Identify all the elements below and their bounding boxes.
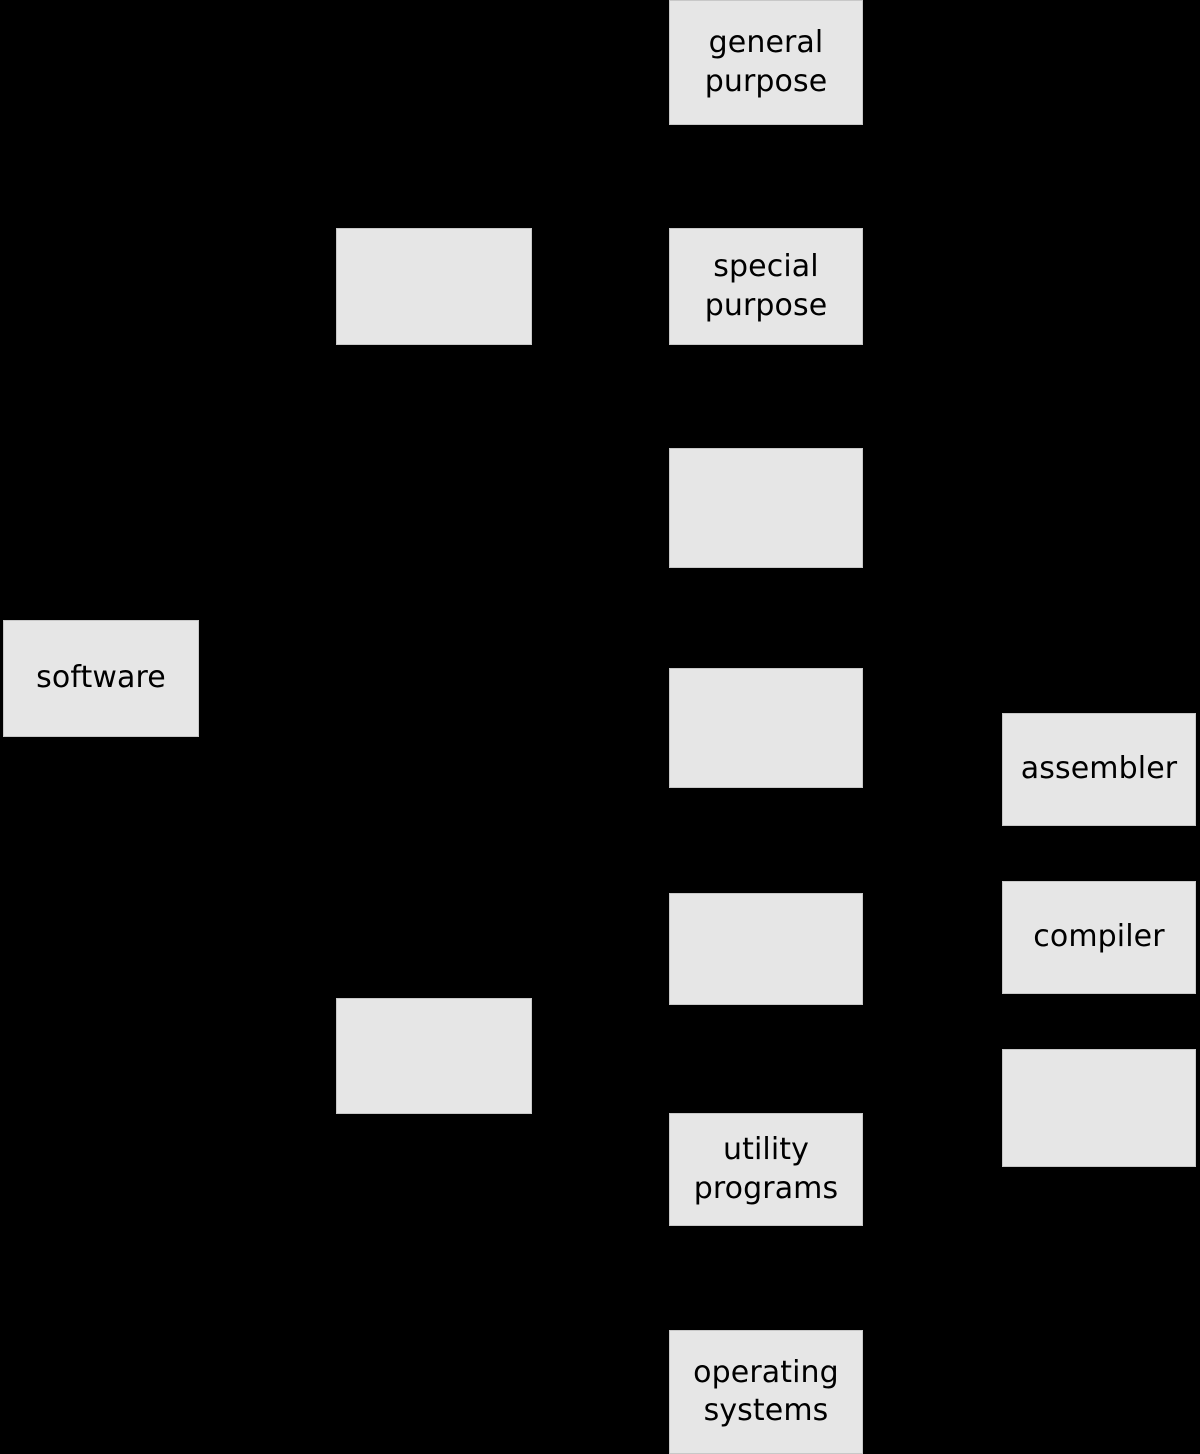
node-col2-blank-lower[interactable] (336, 998, 532, 1114)
node-col3-blank-2[interactable] (669, 668, 863, 788)
node-utility-programs[interactable]: utility programs (669, 1113, 863, 1226)
diagram-canvas: general purpose special purpose software as… (0, 0, 1200, 1454)
node-col2-blank-upper[interactable] (336, 228, 532, 345)
node-label-special-purpose: special purpose (704, 249, 828, 323)
node-label-general-purpose: general purpose (704, 25, 828, 99)
node-label-utility-programs: utility programs (693, 1132, 839, 1206)
node-label-assembler: assembler (1020, 751, 1178, 787)
node-label-operating-systems: operating systems (693, 1354, 839, 1428)
node-col3-blank-1[interactable] (669, 448, 863, 568)
node-label-software: software (36, 660, 166, 696)
node-col4-blank[interactable] (1002, 1049, 1196, 1167)
node-general-purpose[interactable]: general purpose (669, 0, 863, 125)
node-assembler[interactable]: assembler (1002, 713, 1196, 826)
node-special-purpose[interactable]: special purpose (669, 228, 863, 345)
node-label-compiler: compiler (1033, 919, 1165, 955)
node-compiler[interactable]: compiler (1002, 881, 1196, 994)
node-software[interactable]: software (3, 620, 199, 737)
node-operating-systems[interactable]: operating systems (669, 1330, 863, 1454)
node-col3-blank-3[interactable] (669, 893, 863, 1005)
